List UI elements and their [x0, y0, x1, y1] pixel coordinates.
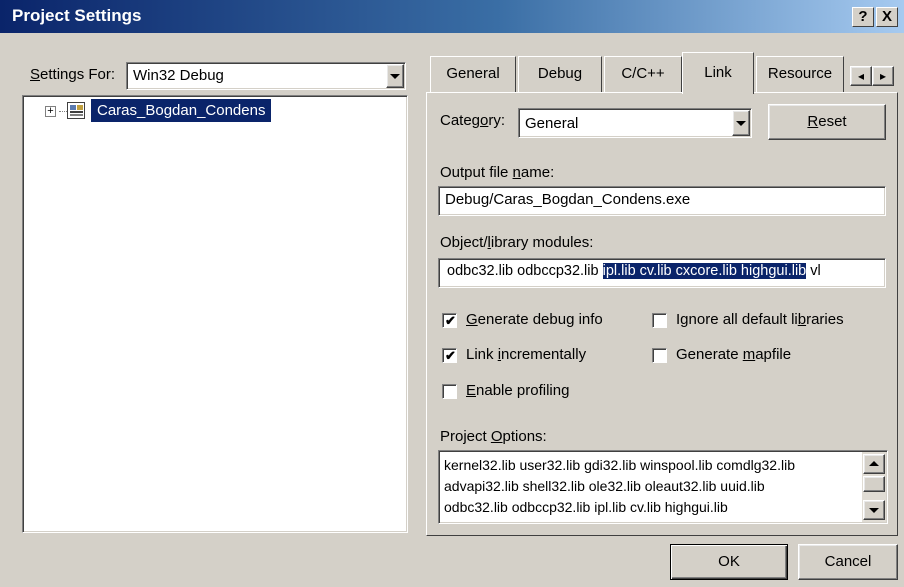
project-options-scrollbar[interactable] [862, 452, 886, 522]
chevron-up-icon [869, 461, 879, 466]
chevron-down-icon [869, 508, 879, 513]
scroll-thumb[interactable] [863, 476, 885, 492]
project-options-line: advapi32.lib shell32.lib ole32.lib oleau… [444, 478, 765, 494]
ignore-libraries-checkbox[interactable] [652, 313, 667, 328]
cancel-button[interactable]: Cancel [798, 544, 898, 580]
output-file-input[interactable]: Debug/Caras_Bogdan_Condens.exe [438, 186, 886, 216]
category-value: General [525, 115, 579, 132]
project-tree[interactable]: + Caras_Bogdan_Condens [22, 95, 408, 533]
project-options-text: kernel32.lib user32.lib gdi32.lib winspo… [444, 455, 795, 518]
tab-debug[interactable]: Debug [518, 56, 602, 92]
close-button[interactable]: X [876, 7, 898, 27]
project-icon [67, 102, 85, 119]
object-modules-tail: vl [806, 263, 821, 279]
generate-mapfile-label[interactable]: Generate mapfile [676, 346, 791, 363]
object-modules-label: Object/library modules: [440, 234, 594, 251]
window-title: Project Settings [12, 6, 142, 25]
checkmark-icon: ✔ [445, 313, 456, 328]
tab-scroll-left-button[interactable]: ◂ [850, 66, 872, 86]
settings-for-combo[interactable]: Win32 Debug [126, 62, 406, 90]
enable-profiling-checkbox[interactable] [442, 384, 457, 399]
object-modules-text: odbc32.lib odbccp32.lib [447, 263, 603, 279]
scroll-down-button[interactable] [863, 500, 885, 520]
project-options-line: odbc32.lib odbccp32.lib ipl.lib cv.lib h… [444, 499, 728, 515]
link-incrementally-label[interactable]: Link incrementally [466, 346, 586, 363]
tab-scroll-right-button[interactable]: ▸ [872, 66, 894, 86]
enable-profiling-label[interactable]: Enable profiling [466, 382, 569, 399]
ok-button[interactable]: OK [670, 544, 788, 580]
chevron-down-icon [736, 121, 746, 126]
category-dropdown-button[interactable] [732, 110, 750, 136]
scroll-up-button[interactable] [863, 454, 885, 474]
project-options-line: kernel32.lib user32.lib gdi32.lib winspo… [444, 457, 795, 473]
tab-general[interactable]: General [430, 56, 516, 92]
checkmark-icon: ✔ [445, 348, 456, 363]
tab-cpp[interactable]: C/C++ [604, 56, 682, 92]
help-button[interactable]: ? [852, 7, 874, 27]
generate-debug-label[interactable]: Generate debug info [466, 311, 603, 328]
object-modules-input[interactable]: odbc32.lib odbccp32.lib ipl.lib cv.lib c… [438, 258, 886, 288]
tab-link[interactable]: Link [682, 52, 754, 94]
tree-expand-icon[interactable]: + [45, 106, 56, 117]
project-options-label: Project Options: [440, 428, 547, 445]
tree-item-project[interactable]: Caras_Bogdan_Condens [91, 99, 272, 122]
ignore-libraries-label[interactable]: Ignore all default libraries [676, 311, 844, 328]
category-label: Category: [440, 112, 506, 129]
chevron-down-icon [390, 74, 400, 79]
settings-for-value: Win32 Debug [133, 67, 224, 84]
object-modules-selection: ipl.lib cv.lib cxcore.lib highgui.lib [602, 263, 807, 279]
project-options-textarea[interactable]: kernel32.lib user32.lib gdi32.lib winspo… [438, 450, 888, 524]
link-incrementally-checkbox[interactable]: ✔ [442, 348, 457, 363]
tab-resource[interactable]: Resource [756, 56, 844, 92]
generate-mapfile-checkbox[interactable] [652, 348, 667, 363]
category-combo[interactable]: General [518, 108, 752, 138]
generate-debug-checkbox[interactable]: ✔ [442, 313, 457, 328]
output-file-label: Output file name: [440, 164, 555, 181]
reset-button[interactable]: Reset [768, 104, 886, 140]
settings-for-label: Settings For: [30, 66, 116, 83]
settings-for-dropdown-button[interactable] [386, 64, 404, 88]
